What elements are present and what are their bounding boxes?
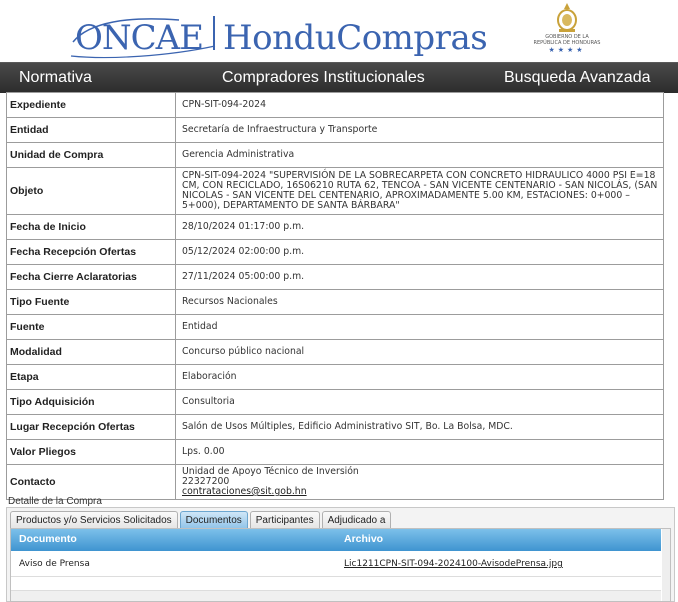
horizontal-scrollbar[interactable] <box>11 590 661 601</box>
detail-label: Fecha Recepción Ofertas <box>6 239 176 265</box>
site-header: ONCAE HonduCompras GOBIERNO DE LA REPÚBL… <box>0 0 678 62</box>
documents-grid-header: Documento Archivo <box>11 529 661 551</box>
detail-label: Objeto <box>6 167 176 215</box>
detail-row-etapa: Etapa Elaboración <box>6 364 664 390</box>
detail-label: Fecha de Inicio <box>6 214 176 240</box>
detail-label: Entidad <box>6 117 176 143</box>
detail-value: Salón de Usos Múltiples, Edificio Admini… <box>175 414 664 440</box>
detail-value: Entidad <box>175 314 664 340</box>
nav-normativa[interactable]: Normativa <box>19 69 92 87</box>
detail-label: Modalidad <box>6 339 176 365</box>
detail-value: Consultoria <box>175 389 664 415</box>
detail-value: 28/10/2024 01:17:00 p.m. <box>175 214 664 240</box>
tab-productos-servicios[interactable]: Productos y/o Servicios Solicitados <box>10 511 178 529</box>
details-table: Expediente CPN-SIT-094-2024 Entidad Secr… <box>6 92 664 500</box>
detail-label: Fecha Cierre Aclaratorias <box>6 264 176 290</box>
detail-row-fecha-recepcion: Fecha Recepción Ofertas 05/12/2024 02:00… <box>6 239 664 265</box>
oncae-logo-text: ONCAE <box>70 18 216 59</box>
detail-tabs-container: Productos y/o Servicios Solicitados Docu… <box>6 507 675 602</box>
detail-value: CPN-SIT-094-2024 "SUPERVISIÓN DE LA SOBR… <box>175 167 664 215</box>
detail-value: Gerencia Administrativa <box>175 142 664 168</box>
tab-adjudicado-a[interactable]: Adjudicado a <box>321 511 392 529</box>
detail-row-lugar-recepcion: Lugar Recepción Ofertas Salón de Usos Mú… <box>6 414 664 440</box>
detail-label: Unidad de Compra <box>6 142 176 168</box>
detail-row-expediente: Expediente CPN-SIT-094-2024 <box>6 92 664 118</box>
table-row: Aviso de Prensa Lic1211CPN-SIT-094-20241… <box>11 551 661 577</box>
detail-row-valor-pliegos: Valor Pliegos Lps. 0.00 <box>6 439 664 465</box>
detail-value: CPN-SIT-094-2024 <box>175 92 664 118</box>
documents-panel: Documento Archivo Aviso de Prensa Lic121… <box>10 528 671 602</box>
detail-value: Lps. 0.00 <box>175 439 664 465</box>
detail-value: Elaboración <box>175 364 664 390</box>
detail-label: Tipo Fuente <box>6 289 176 315</box>
gov-stars: ★★★★ <box>548 46 586 54</box>
detail-row-objeto: Objeto CPN-SIT-094-2024 "SUPERVISIÓN DE … <box>6 167 664 215</box>
tab-participantes[interactable]: Participantes <box>249 511 320 529</box>
detail-row-unidad-compra: Unidad de Compra Gerencia Administrativa <box>6 142 664 168</box>
detail-label: Tipo Adquisición <box>6 389 176 415</box>
nav-busqueda-avanzada[interactable]: Busqueda Avanzada <box>504 69 651 87</box>
detail-label: Fuente <box>6 314 176 340</box>
document-file-link[interactable]: Lic1211CPN-SIT-094-2024100-AvisodePrensa… <box>344 559 563 569</box>
detalle-compra-title: Detalle de la Compra <box>8 496 102 507</box>
government-seal: GOBIERNO DE LA REPÚBLICA DE HONDURAS ★★★… <box>527 2 607 60</box>
hondu-compras-logo-text: HonduCompras <box>223 18 488 58</box>
main-nav: Normativa Compradores Institucionales Bu… <box>0 62 678 93</box>
column-header-archivo[interactable]: Archivo <box>344 533 383 545</box>
tab-strip: Productos y/o Servicios Solicitados Docu… <box>10 511 393 529</box>
coat-of-arms-icon <box>557 3 577 32</box>
detail-label: Lugar Recepción Ofertas <box>6 414 176 440</box>
detail-row-contacto: Contacto Unidad de Apoyo Técnico de Inve… <box>6 464 664 500</box>
detail-row-tipo-fuente: Tipo Fuente Recursos Nacionales <box>6 289 664 315</box>
tab-documentos[interactable]: Documentos <box>179 511 248 529</box>
detail-value: 05/12/2024 02:00:00 p.m. <box>175 239 664 265</box>
process-details: Expediente CPN-SIT-094-2024 Entidad Secr… <box>6 92 664 500</box>
logo-swoosh-icon <box>70 18 216 59</box>
nav-compradores-institucionales[interactable]: Compradores Institucionales <box>222 69 425 87</box>
contact-value: Unidad de Apoyo Técnico de Inversión 223… <box>175 464 664 500</box>
detail-label: Contacto <box>6 464 176 500</box>
detail-value: Concurso público nacional <box>175 339 664 365</box>
oncae-hondu-compras-logo[interactable]: ONCAE HonduCompras <box>70 12 488 59</box>
detail-label: Expediente <box>6 92 176 118</box>
detail-row-fecha-inicio: Fecha de Inicio 28/10/2024 01:17:00 p.m. <box>6 214 664 240</box>
detail-label: Valor Pliegos <box>6 439 176 465</box>
detail-row-modalidad: Modalidad Concurso público nacional <box>6 339 664 365</box>
detail-value: Secretaría de Infraestructura y Transpor… <box>175 117 664 143</box>
detail-row-fecha-cierre: Fecha Cierre Aclaratorias 27/11/2024 05:… <box>6 264 664 290</box>
detail-row-entidad: Entidad Secretaría de Infraestructura y … <box>6 117 664 143</box>
vertical-scrollbar[interactable] <box>662 529 670 601</box>
document-name: Aviso de Prensa <box>19 559 90 569</box>
detail-value: Recursos Nacionales <box>175 289 664 315</box>
detail-row-tipo-adquisicion: Tipo Adquisición Consultoria <box>6 389 664 415</box>
detail-value: 27/11/2024 05:00:00 p.m. <box>175 264 664 290</box>
contact-unit: Unidad de Apoyo Técnico de Inversión <box>182 466 359 477</box>
column-header-documento[interactable]: Documento <box>19 533 77 545</box>
detail-label: Etapa <box>6 364 176 390</box>
contact-email-link[interactable]: contrataciones@sit.gob.hn <box>182 486 307 497</box>
detail-row-fuente: Fuente Entidad <box>6 314 664 340</box>
